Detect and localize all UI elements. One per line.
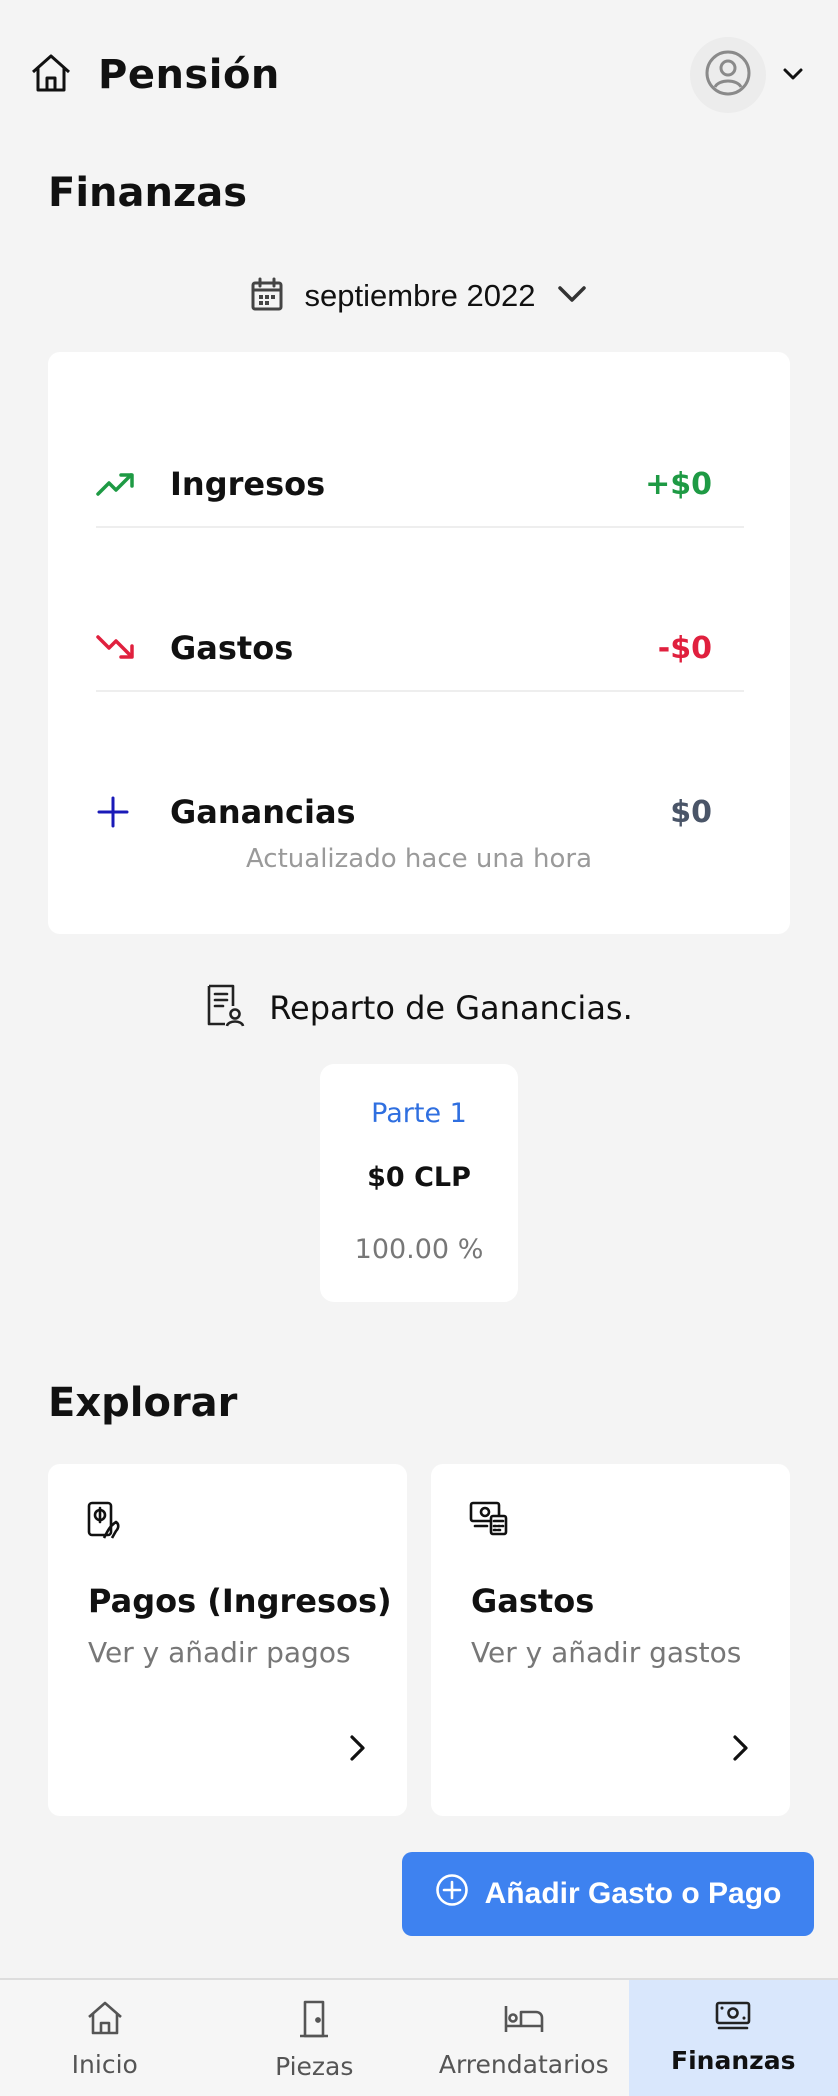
summary-card: Ingresos +$0 Gastos -$0 Ganancias $0 Act… (48, 352, 790, 934)
user-circle-icon (704, 49, 752, 101)
explore-title: Explorar (48, 1380, 238, 1426)
share-amount: $0 CLP (367, 1162, 471, 1193)
bed-icon (503, 2000, 545, 2040)
nav-item-piezas[interactable]: Piezas (210, 1980, 420, 2096)
profit-row: Ganancias $0 (96, 772, 744, 852)
app-header: Pensión (0, 0, 838, 150)
month-picker[interactable]: septiembre 2022 (0, 268, 838, 324)
nav-label: Finanzas (671, 2046, 796, 2075)
bottom-nav: Inicio Piezas Arrendatarios Finanzas (0, 1978, 838, 2096)
chevron-right-icon (732, 1734, 750, 1766)
user-menu[interactable] (690, 37, 804, 113)
nav-item-arrendatarios[interactable]: Arrendatarios (419, 1980, 629, 2096)
money-hand-icon (86, 1500, 122, 1544)
header-left: Pensión (30, 52, 280, 98)
add-expense-or-payment-button[interactable]: Añadir Gasto o Pago (402, 1852, 814, 1936)
avatar[interactable] (690, 37, 766, 113)
income-row: Ingresos +$0 (96, 444, 744, 524)
trending-down-icon (96, 634, 140, 662)
divider (96, 690, 744, 692)
expenses-card-subtitle: Ver y añadir gastos (471, 1636, 742, 1669)
home-icon (86, 2000, 124, 2040)
money-icon (714, 2000, 752, 2036)
money-calculator-icon (469, 1500, 509, 1540)
income-label: Ingresos (170, 465, 326, 503)
plus-icon (96, 795, 140, 829)
expenses-card-title: Gastos (471, 1582, 595, 1620)
split-heading-label: Reparto de Ganancias. (269, 989, 633, 1027)
profit-label: Ganancias (170, 793, 356, 831)
nav-label: Piezas (275, 2052, 354, 2081)
trending-up-icon (96, 471, 140, 497)
receipt-user-icon (205, 984, 245, 1032)
chevron-down-icon[interactable] (782, 66, 804, 85)
calendar-icon (251, 277, 283, 315)
divider (96, 526, 744, 528)
split-heading: Reparto de Ganancias. (0, 978, 838, 1038)
expenses-value: -$0 (657, 630, 712, 666)
expenses-row: Gastos -$0 (96, 608, 744, 688)
home-icon[interactable] (30, 53, 72, 97)
payments-card-title: Pagos (Ingresos) (88, 1582, 392, 1620)
expenses-label: Gastos (170, 629, 294, 667)
fab-label: Añadir Gasto o Pago (484, 1877, 782, 1910)
expenses-card[interactable]: Gastos Ver y añadir gastos (431, 1464, 790, 1816)
finances-title: Finanzas (48, 170, 248, 216)
month-label: septiembre 2022 (304, 278, 536, 313)
plus-circle-icon (435, 1873, 469, 1915)
nav-label: Inicio (71, 2050, 138, 2079)
payments-card[interactable]: Pagos (Ingresos) Ver y añadir pagos (48, 1464, 407, 1816)
app-title: Pensión (98, 52, 280, 98)
share-card[interactable]: Parte 1 $0 CLP 100.00 % (320, 1064, 518, 1302)
nav-label: Arrendatarios (438, 2050, 609, 2079)
profit-value: $0 (670, 794, 712, 830)
door-icon (298, 2000, 330, 2042)
chevron-right-icon (349, 1734, 367, 1766)
nav-item-inicio[interactable]: Inicio (0, 1980, 210, 2096)
chevron-down-icon (557, 285, 587, 307)
share-percent: 100.00 % (354, 1234, 484, 1265)
income-value: +$0 (645, 466, 712, 502)
payments-card-subtitle: Ver y añadir pagos (88, 1636, 351, 1669)
nav-item-finanzas[interactable]: Finanzas (628, 1980, 838, 2096)
updated-text: Actualizado hace una hora (245, 844, 593, 874)
share-name: Parte 1 (371, 1098, 467, 1129)
